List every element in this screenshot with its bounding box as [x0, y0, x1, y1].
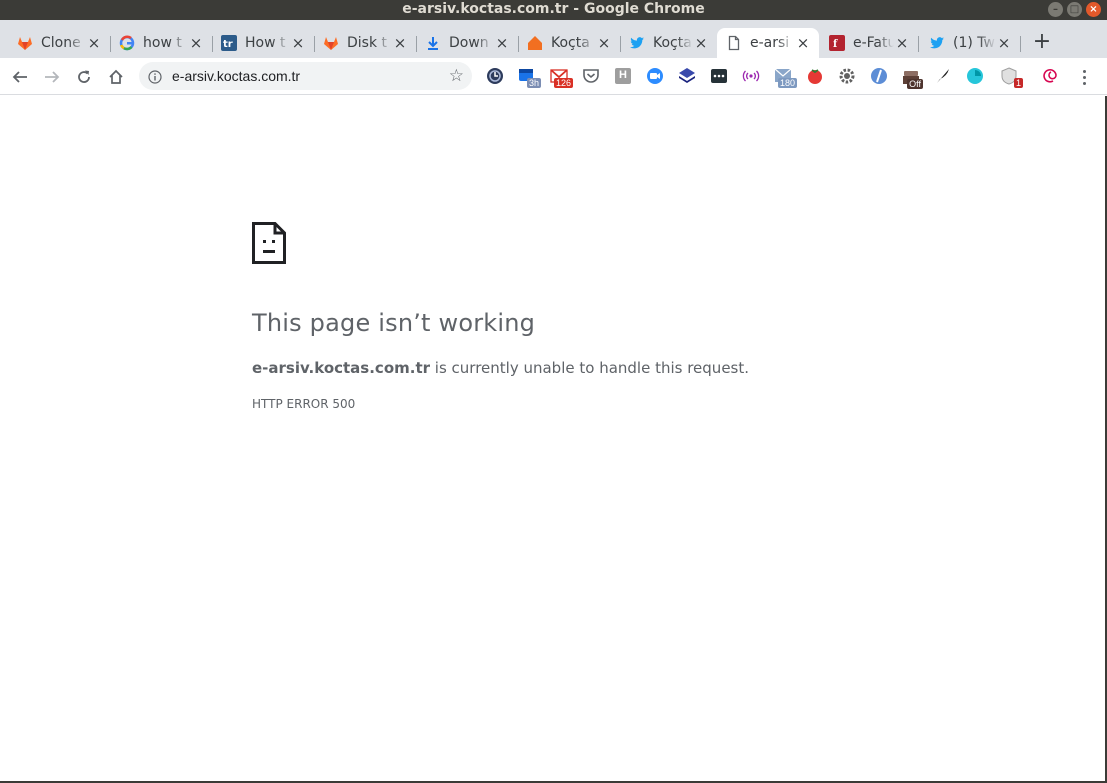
gear-extension-icon[interactable]	[837, 66, 857, 86]
error-host: e-arsiv.koctas.com.tr	[252, 359, 431, 377]
cyan-circle-extension-icon[interactable]	[965, 66, 985, 86]
shield-extension-icon[interactable]: 1	[999, 66, 1023, 88]
bookmark-star-icon[interactable]: ☆	[449, 66, 464, 86]
mail-count-extension-icon[interactable]: 180	[773, 66, 797, 88]
download-icon	[425, 35, 441, 51]
gitlab-icon	[17, 35, 33, 51]
tab-label: Koçta	[653, 35, 692, 51]
minimize-button[interactable]: –	[1048, 2, 1063, 17]
feather-extension-icon[interactable]	[933, 66, 953, 86]
tab-twitter[interactable]: (1) Tw ×	[920, 28, 1021, 58]
back-button[interactable]	[9, 66, 31, 88]
tomato-extension-icon[interactable]	[805, 66, 825, 86]
close-tab-icon[interactable]: ×	[188, 35, 204, 51]
reload-icon	[78, 70, 90, 83]
error-message-text: is currently unable to handle this reque…	[430, 359, 750, 377]
clock-extension-icon[interactable]	[485, 66, 505, 86]
badge-3h: 3h	[526, 78, 541, 88]
error-title: This page isn’t working	[252, 309, 536, 337]
tab-koctas-twitter[interactable]: Koçta ×	[620, 28, 717, 58]
tab-strip: Clone × how t × tr How t × Disk t × Down…	[0, 20, 1107, 58]
tab-clone[interactable]: Clone ×	[8, 28, 111, 58]
badge-126: 126	[553, 78, 573, 88]
zoom-extension-icon[interactable]	[645, 66, 665, 86]
tab-how-google[interactable]: how t ×	[110, 28, 213, 58]
layers-extension-icon[interactable]	[677, 66, 697, 86]
home-button[interactable]	[105, 66, 127, 88]
tab-how-tr[interactable]: tr How t ×	[212, 28, 315, 58]
error-message: e-arsiv.koctas.com.tr is currently unabl…	[252, 359, 749, 377]
site-info-icon[interactable]	[148, 69, 162, 88]
close-tab-icon[interactable]: ×	[290, 35, 306, 51]
stylus-extension-icon[interactable]	[869, 66, 889, 86]
debian-icon[interactable]	[1041, 66, 1061, 86]
badge-off: Off	[907, 79, 923, 89]
close-tab-icon[interactable]: ×	[996, 35, 1012, 51]
h-extension-icon[interactable]: H	[613, 66, 633, 86]
back-arrow-icon	[12, 71, 27, 83]
tab-koctas[interactable]: Koçta ×	[518, 28, 621, 58]
forward-arrow-icon	[45, 71, 60, 83]
tab-label: how t	[143, 35, 182, 51]
tab-download[interactable]: Down ×	[416, 28, 519, 58]
address-bar[interactable]: e-arsiv.koctas.com.tr ☆	[139, 62, 472, 90]
browser-toolbar: e-arsiv.koctas.com.tr ☆ 3h 126 H 180 Off…	[0, 58, 1107, 95]
window-titlebar: e-arsiv.koctas.com.tr - Google Chrome – …	[0, 0, 1107, 20]
google-icon	[119, 35, 135, 51]
error-page: This page isn’t working e-arsiv.koctas.c…	[0, 96, 1107, 783]
twitter-icon	[929, 35, 945, 51]
error-code: HTTP ERROR 500	[252, 397, 356, 411]
close-tab-icon[interactable]: ×	[86, 35, 102, 51]
tab-label: Clone	[41, 35, 81, 51]
close-tab-icon[interactable]: ×	[494, 35, 510, 51]
tab-label: Disk t	[347, 35, 388, 51]
reload-button[interactable]	[73, 66, 95, 88]
tr-icon: tr	[221, 35, 237, 51]
calendar-extension-icon[interactable]: 3h	[517, 66, 541, 88]
basket-extension-icon[interactable]: Off	[901, 66, 923, 89]
url-text[interactable]: e-arsiv.koctas.com.tr	[172, 68, 300, 84]
window-controls: – □ ×	[1048, 2, 1101, 17]
sad-page-icon	[252, 222, 286, 264]
maximize-button[interactable]: □	[1067, 2, 1082, 17]
svg-text:f: f	[833, 39, 838, 50]
efatura-icon: f	[829, 35, 845, 51]
window-title: e-arsiv.koctas.com.tr - Google Chrome	[402, 1, 705, 17]
page-icon	[726, 35, 742, 51]
home-icon	[109, 69, 123, 84]
tab-label: e-Fatu	[853, 35, 894, 51]
badge-180: 180	[777, 78, 797, 88]
dots-extension-icon[interactable]	[709, 66, 729, 86]
tab-label: Koçta	[551, 35, 590, 51]
svg-text:tr: tr	[223, 39, 233, 50]
tab-e-arsiv-active[interactable]: e-arsi ×	[717, 28, 819, 58]
close-tab-icon[interactable]: ×	[392, 35, 408, 51]
h-extension-label: H	[619, 69, 627, 81]
tab-label: e-arsi	[750, 35, 790, 51]
close-tab-icon[interactable]: ×	[596, 35, 612, 51]
close-tab-icon[interactable]: ×	[693, 35, 709, 51]
tab-separator	[1020, 36, 1021, 52]
chrome-menu-button[interactable]	[1076, 66, 1092, 88]
tab-label: Down	[449, 35, 489, 51]
forward-button[interactable]	[41, 66, 63, 88]
tab-label: How t	[245, 35, 286, 51]
gitlab-icon	[323, 35, 339, 51]
tab-separator	[918, 36, 919, 52]
koctas-home-icon	[527, 35, 543, 51]
twitter-icon	[629, 35, 645, 51]
close-tab-icon[interactable]: ×	[894, 35, 910, 51]
badge-1: 1	[1013, 78, 1023, 88]
close-tab-icon[interactable]: ×	[795, 35, 811, 51]
broadcast-extension-icon[interactable]	[741, 66, 761, 86]
tab-disk[interactable]: Disk t ×	[314, 28, 417, 58]
new-tab-button[interactable]: +	[1030, 31, 1054, 55]
pocket-extension-icon[interactable]	[581, 66, 601, 86]
close-window-button[interactable]: ×	[1086, 2, 1101, 17]
tab-label: (1) Tw	[953, 35, 995, 51]
tab-e-fatura[interactable]: f e-Fatu ×	[820, 28, 919, 58]
gmail-extension-icon[interactable]: 126	[549, 66, 573, 88]
